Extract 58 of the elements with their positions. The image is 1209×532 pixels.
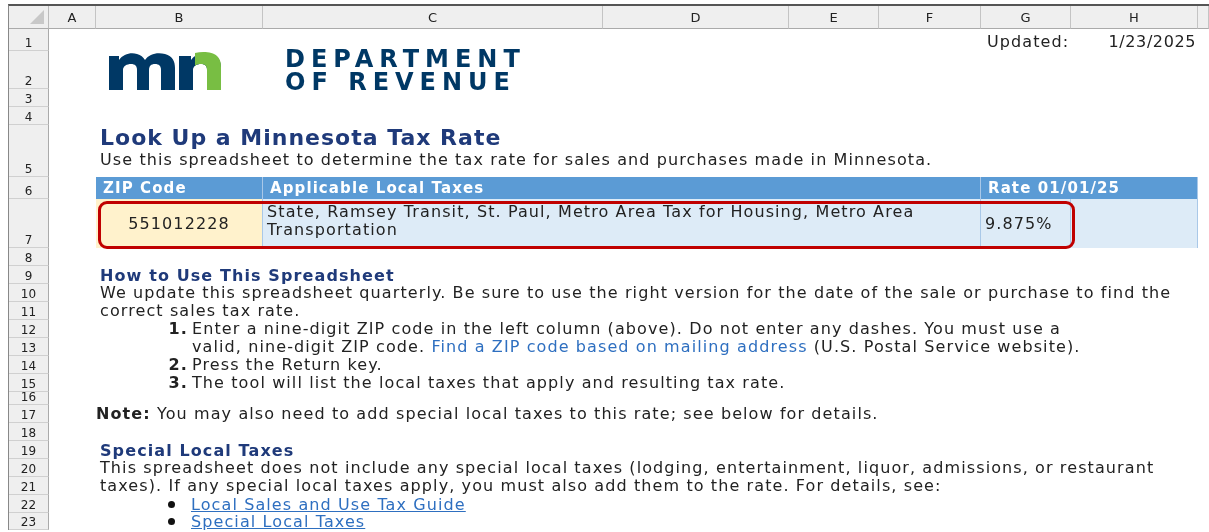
row-header[interactable]: 9: [9, 266, 49, 284]
step-text: Press the Return key.: [191, 356, 384, 374]
table-header: Applicable Local Taxes: [263, 177, 981, 199]
row-header[interactable]: 1: [9, 29, 49, 51]
row-header[interactable]: 3: [9, 89, 49, 107]
column-header[interactable]: D: [603, 6, 789, 29]
step-text: Enter a nine-digit ZIP code in the left column (above). Do not enter any dashes. You must use a valid, nine-digit ZIP code. Find a ZIP code based on mailing address (U.S. Postal Service website).: [191, 320, 1082, 356]
row-header[interactable]: 2: [9, 51, 49, 89]
step-text: The tool will list the local taxes that apply and resulting tax rate.: [191, 374, 787, 392]
page-title: Look Up a Minnesota Tax Rate: [100, 125, 503, 151]
row-header[interactable]: 10: [9, 284, 49, 302]
zip-lookup-link[interactable]: Find a ZIP code based on mailing address: [431, 337, 808, 356]
row-header[interactable]: 11: [9, 302, 49, 320]
row-header[interactable]: 23: [9, 513, 49, 530]
select-all-corner[interactable]: [9, 6, 49, 29]
column-header[interactable]: F: [879, 6, 981, 29]
paragraph: We update this spreadsheet quarterly. Be sure to use the right version for the date of the sale or purchase to find the correct sales tax rate.: [99, 284, 1173, 320]
row-header[interactable]: 15: [9, 374, 49, 392]
column-header[interactable]: C: [263, 6, 603, 29]
row-header[interactable]: 6: [9, 177, 49, 199]
row-header[interactable]: 20: [9, 459, 49, 477]
table-header: Rate 01/01/25: [981, 177, 1198, 199]
row-header[interactable]: 12: [9, 320, 49, 338]
row-header[interactable]: 19: [9, 441, 49, 459]
step-number: 2.: [168, 356, 188, 374]
column-header[interactable]: G: [981, 6, 1071, 29]
section-heading: Special Local Taxes: [99, 441, 296, 459]
table-header: ZIP Code: [96, 177, 263, 199]
column-header: [1198, 6, 1209, 29]
guide-link[interactable]: Special Local Taxes: [191, 512, 366, 531]
column-header[interactable]: A: [49, 6, 96, 29]
note-text: Note: You may also need to add special local taxes to this rate; see below for details.: [96, 405, 880, 423]
subtitle: Use this spreadsheet to determine the tax rate for sales and purchases made in Minnesota.: [100, 151, 934, 169]
column-header[interactable]: E: [789, 6, 879, 29]
section-heading: How to Use This Spreadsheet: [99, 266, 396, 284]
guide-link[interactable]: Local Sales and Use Tax Guide: [191, 494, 466, 514]
step-number: 1.: [168, 320, 188, 338]
updated-label: Updated:: [986, 31, 1071, 51]
updated-date: 1/23/2025: [1107, 31, 1197, 51]
row-header[interactable]: 22: [9, 495, 49, 513]
row-header[interactable]: 14: [9, 356, 49, 374]
row-header[interactable]: 8: [9, 248, 49, 266]
row-header[interactable]: 5: [9, 125, 49, 177]
bullet-icon: [168, 518, 175, 525]
row-header[interactable]: 17: [9, 405, 49, 423]
step-number: 3.: [168, 374, 188, 392]
row-header[interactable]: 7: [9, 199, 49, 248]
logo-text: OF REVENUE: [285, 71, 517, 94]
row-header[interactable]: 21: [9, 477, 49, 495]
bullet-icon: [168, 500, 175, 508]
row-header[interactable]: 16: [9, 392, 49, 405]
logo-text: DEPARTMENT: [285, 48, 526, 71]
row-header[interactable]: 4: [9, 107, 49, 125]
column-header[interactable]: B: [96, 6, 263, 29]
row-header[interactable]: 18: [9, 423, 49, 441]
row-header[interactable]: 13: [9, 338, 49, 356]
paragraph: This spreadsheet does not include any special local taxes (lodging, entertainment, liquor, admissions, or restaurant taxes). If any special local taxes apply, you must also add them to the rate. For details, see:: [99, 459, 1156, 495]
column-header[interactable]: H: [1071, 6, 1198, 29]
